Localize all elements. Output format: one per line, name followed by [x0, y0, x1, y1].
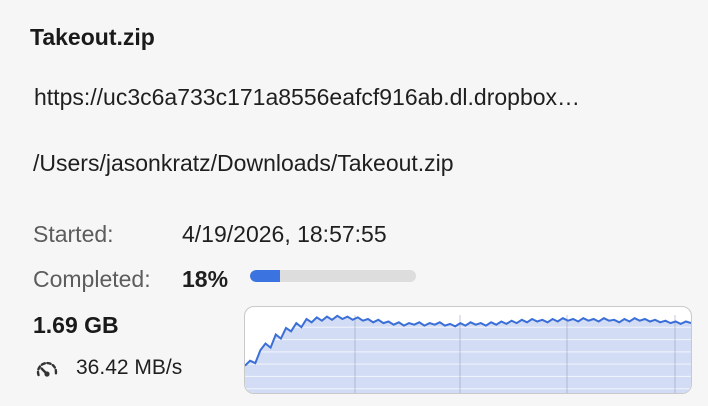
progress-bar-fill	[250, 270, 280, 282]
completed-percent: 18%	[182, 266, 229, 292]
started-value: 4/19/2026, 18:57:55	[182, 221, 387, 247]
progress-bar	[250, 270, 416, 282]
speedometer-icon	[35, 358, 59, 382]
download-file-path[interactable]: /Users/jasonkratz/Downloads/Takeout.zip	[33, 150, 454, 177]
throughput-graph	[244, 306, 692, 394]
completed-label: Completed:	[33, 266, 151, 292]
started-label: Started:	[33, 221, 114, 247]
downloaded-size: 1.69 GB	[33, 312, 119, 338]
throughput-graph-svg	[245, 314, 691, 393]
download-source-url[interactable]: https://uc3c6a733c171a8556eafcf916ab.dl.…	[34, 84, 664, 111]
download-speed: 36.42 MB/s	[76, 356, 183, 379]
download-details-panel: Takeout.zip https://uc3c6a733c171a8556ea…	[0, 0, 708, 406]
download-filename: Takeout.zip	[30, 24, 155, 50]
